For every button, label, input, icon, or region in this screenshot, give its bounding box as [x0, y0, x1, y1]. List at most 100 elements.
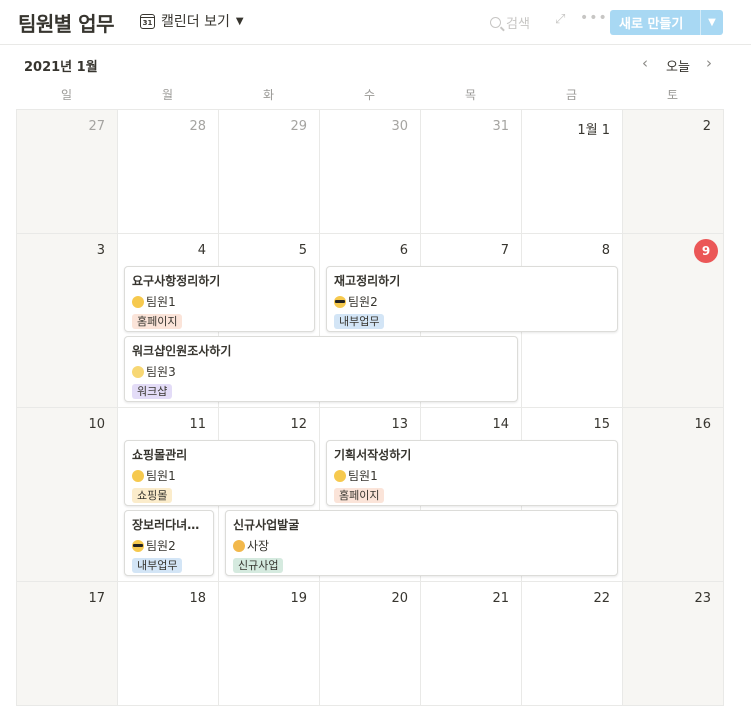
- calendar-day[interactable]: 16: [623, 408, 724, 581]
- weekday-thu: 목: [464, 88, 477, 102]
- weekday-sun: 일: [60, 88, 73, 102]
- calendar-day[interactable]: 3: [17, 234, 118, 407]
- expand-icon[interactable]: ⤢: [555, 12, 565, 27]
- calendar-week: 10 11 12 13 14 15 16 쇼핑몰관리 팀원1 쇼핑몰 기획서작성…: [17, 408, 724, 582]
- event-assignee: 팀원1: [132, 293, 307, 310]
- day-number: 15: [593, 417, 610, 432]
- event-tag: 신규사업: [233, 558, 284, 573]
- calendar-day[interactable]: 9: [623, 234, 724, 407]
- weekday-wed: 수: [363, 88, 376, 102]
- assignee-name: 팀원1: [146, 295, 176, 309]
- view-switcher[interactable]: 31 캘린더 보기 ▼: [140, 11, 244, 31]
- day-number: 11: [189, 417, 206, 432]
- day-number: 12: [290, 417, 307, 432]
- calendar-day[interactable]: 17: [17, 582, 118, 705]
- more-icon[interactable]: •••: [580, 10, 608, 26]
- calendar-day[interactable]: 20: [320, 582, 421, 705]
- assignee-name: 팀원3: [146, 365, 176, 379]
- today-badge: 9: [694, 239, 718, 263]
- chevron-down-icon[interactable]: ▼: [701, 17, 723, 28]
- weekday-sat: 토: [666, 88, 679, 102]
- assignee-name: 팀원2: [348, 295, 378, 309]
- event-tag: 홈페이지: [132, 314, 183, 329]
- event-assignee: 사장: [233, 537, 610, 554]
- weekday-mon: 월: [161, 88, 174, 102]
- event-tag: 홈페이지: [334, 488, 385, 503]
- day-number: 23: [694, 591, 711, 606]
- event-title: 재고정리하기: [334, 274, 401, 288]
- calendar-day[interactable]: 22: [522, 582, 623, 705]
- calendar-day[interactable]: 23: [623, 582, 724, 705]
- assignee-name: 팀원1: [348, 469, 378, 483]
- day-number: 5: [298, 243, 307, 258]
- event-title: 쇼핑몰관리: [132, 448, 188, 462]
- blonde-person-emoji-icon: [334, 470, 346, 482]
- event-card[interactable]: 워크샵인원조사하기 팀원3 워크샵: [124, 336, 518, 402]
- search-button[interactable]: 검색: [490, 13, 530, 32]
- new-button[interactable]: 새로 만들기 ▼: [610, 10, 723, 35]
- event-tag: 내부업무: [334, 314, 385, 329]
- month-label: 2021년 1월: [24, 60, 98, 75]
- event-card[interactable]: 기획서작성하기 팀원1 홈페이지: [326, 440, 618, 506]
- calendar-day[interactable]: 30: [320, 110, 421, 233]
- chevron-down-icon: ▼: [235, 15, 244, 27]
- event-assignee: 팀원1: [334, 467, 610, 484]
- boss-emoji-icon: [233, 540, 245, 552]
- calendar-week: 17 18 19 20 21 22 23: [17, 582, 724, 706]
- sunglasses-emoji-icon: [132, 540, 144, 552]
- assignee-name: 사장: [247, 539, 270, 553]
- day-number: 3: [96, 243, 105, 258]
- new-button-label: 새로 만들기: [619, 17, 684, 32]
- day-number: 1월 1: [577, 123, 610, 138]
- event-card[interactable]: 요구사항정리하기 팀원1 홈페이지: [124, 266, 315, 332]
- page-title[interactable]: 팀원별 업무: [18, 8, 114, 37]
- calendar-week: 27 28 29 30 31 1월 1 2: [17, 110, 724, 234]
- day-number: 20: [391, 591, 408, 606]
- calendar-day[interactable]: 1월 1: [522, 110, 623, 233]
- sunglasses-emoji-icon: [334, 296, 346, 308]
- day-number: 6: [399, 243, 408, 258]
- event-title: 기획서작성하기: [334, 448, 412, 462]
- event-assignee: 팀원3: [132, 363, 510, 380]
- chevron-right-icon[interactable]: ›: [706, 54, 712, 72]
- calendar-day[interactable]: 27: [17, 110, 118, 233]
- calendar-day[interactable]: 10: [17, 408, 118, 581]
- blonde-person-emoji-icon: [132, 470, 144, 482]
- search-label: 검색: [506, 17, 530, 32]
- calendar-day[interactable]: 2: [623, 110, 724, 233]
- event-tag: 내부업무: [132, 558, 183, 573]
- event-card[interactable]: 신규사업발굴 사장 신규사업: [225, 510, 618, 576]
- event-card[interactable]: 재고정리하기 팀원2 내부업무: [326, 266, 618, 332]
- blonde-person-emoji-icon: [132, 296, 144, 308]
- event-card[interactable]: 쇼핑몰관리 팀원1 쇼핑몰: [124, 440, 315, 506]
- today-button[interactable]: 오늘: [666, 56, 690, 75]
- day-number: 2: [702, 119, 711, 134]
- calendar-day[interactable]: 28: [118, 110, 219, 233]
- view-label: 캘린더 보기: [161, 14, 230, 30]
- calendar-day[interactable]: 29: [219, 110, 320, 233]
- calendar-week: 3 4 5 6 7 8 9 요구사항정리하기 팀원1 홈페이지 재고정리하기 팀…: [17, 234, 724, 408]
- calendar-day[interactable]: 31: [421, 110, 522, 233]
- calendar-day[interactable]: 19: [219, 582, 320, 705]
- event-tag: 워크샵: [132, 384, 173, 399]
- day-number: 7: [500, 243, 509, 258]
- day-number: 30: [391, 119, 408, 134]
- calendar-day[interactable]: 18: [118, 582, 219, 705]
- day-number: 19: [290, 591, 307, 606]
- event-assignee: 팀원2: [334, 293, 610, 310]
- calendar-day[interactable]: 21: [421, 582, 522, 705]
- day-number: 27: [88, 119, 105, 134]
- calendar-icon: 31: [140, 13, 155, 29]
- day-number: 28: [189, 119, 206, 134]
- event-assignee: 팀원2: [132, 537, 206, 554]
- day-number: 21: [492, 591, 509, 606]
- event-assignee: 팀원1: [132, 467, 307, 484]
- chevron-left-icon[interactable]: ‹: [642, 54, 648, 72]
- event-card[interactable]: 장보러다녀오기 팀원2 내부업무: [124, 510, 214, 576]
- day-number: 13: [391, 417, 408, 432]
- day-number: 4: [197, 243, 206, 258]
- assignee-name: 팀원2: [146, 539, 176, 553]
- event-title: 워크샵인원조사하기: [132, 344, 232, 358]
- day-number: 22: [593, 591, 610, 606]
- event-title: 장보러다녀오기: [132, 518, 206, 532]
